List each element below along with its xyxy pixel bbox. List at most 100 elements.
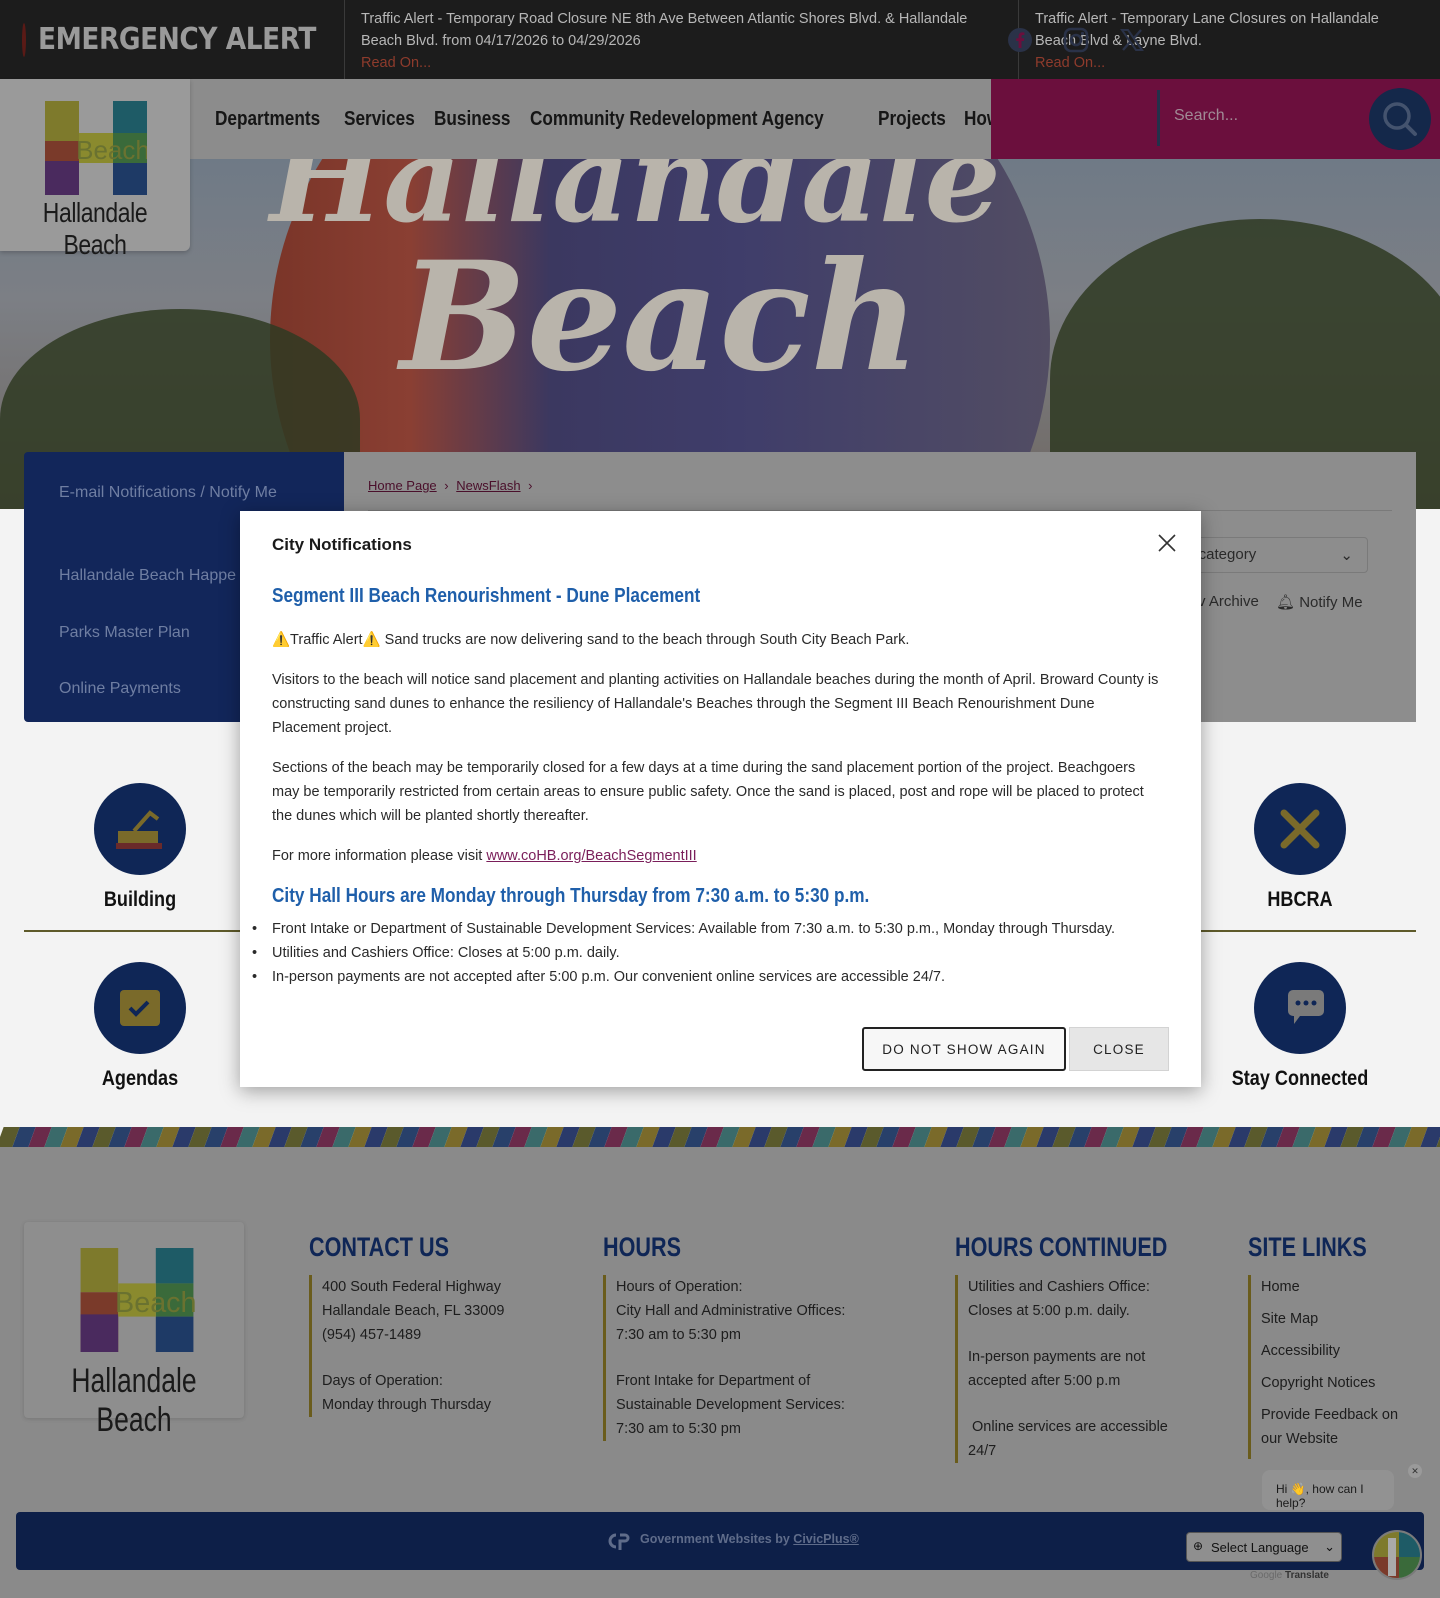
x-twitter-icon[interactable] (1118, 26, 1146, 54)
google-translate-credit: Google Translate (1250, 1570, 1329, 1581)
breadcrumb-home[interactable]: Home Page (368, 478, 437, 493)
footer-hours: Hours of Operation: City Hall and Admini… (603, 1275, 903, 1441)
alert-text: Traffic Alert - Temporary Road Closure N… (361, 11, 968, 49)
hours-line: Closes at 5:00 p.m. daily. (968, 1303, 1130, 1319)
nav-cra[interactable]: Community Redevelopment Agency (530, 108, 824, 131)
phone[interactable]: (954) 457-1489 (322, 1323, 569, 1347)
tools-tile-icon[interactable] (1254, 783, 1346, 875)
logo-h-icon: Beach (80, 1248, 196, 1352)
chat-prompt[interactable]: Hi 👋, how can I help? (1262, 1470, 1394, 1510)
building-tile-icon[interactable] (94, 783, 186, 875)
chat-tile-icon[interactable] (1254, 962, 1346, 1054)
sidebar-item-notifications[interactable]: E-mail Notifications / Notify Me (59, 480, 299, 506)
globe-icon: ⊕ (1193, 1539, 1204, 1553)
beach-segment-link[interactable]: www.coHB.org/BeachSegmentIII (486, 848, 696, 864)
notify-me-label: Notify Me (1299, 594, 1363, 611)
modal-title: City Notifications (272, 535, 412, 554)
nav-business[interactable]: Business (434, 108, 510, 131)
hours-line: City Hall and Administrative Offices: (616, 1303, 846, 1319)
do-not-show-again-button[interactable]: DO NOT SHOW AGAIN (862, 1027, 1066, 1071)
logo-h-icon: Beach (45, 101, 147, 195)
close-button[interactable]: CLOSE (1069, 1027, 1169, 1071)
main-nav: Departments Services Business Community … (215, 79, 1054, 159)
site-link-site-map[interactable]: Site Map (1261, 1307, 1423, 1331)
footer-site-links-heading: SITE LINKS (1248, 1232, 1367, 1262)
site-link-accessibility[interactable]: Accessibility (1261, 1339, 1423, 1363)
days-label: Days of Operation: (322, 1373, 443, 1389)
list-item: In-person payments are not accepted afte… (252, 965, 1162, 989)
hours-line: Online services are accessible (968, 1419, 1168, 1435)
city-notifications-modal: City Notifications Segment III Beach Ren… (240, 511, 1201, 1087)
nav-projects[interactable]: Projects (878, 108, 946, 131)
breadcrumb-separator: › (444, 478, 449, 493)
tile-agendas[interactable]: Agendas (54, 1067, 226, 1091)
search-icon (1383, 102, 1417, 136)
view-archive-link[interactable]: v Archive (1198, 593, 1259, 610)
address-line: Hallandale Beach, FL 33009 (322, 1303, 505, 1319)
list-item: Utilities and Cashiers Office: Closes at… (252, 941, 1162, 965)
search-button[interactable] (1369, 88, 1431, 150)
sidebar-item-parks[interactable]: Parks Master Plan (59, 620, 190, 646)
hours-line: Hours of Operation: (616, 1279, 743, 1295)
breadcrumb-newsflash[interactable]: NewsFlash (456, 478, 520, 493)
svg-text:Beach: Beach (115, 1287, 196, 1319)
hours-line: In-person payments are not (968, 1349, 1146, 1365)
tile-stay-connected[interactable]: Stay Connected (1214, 1067, 1386, 1091)
footer-logo[interactable]: Beach Hallandale Beach (24, 1222, 244, 1439)
footer-contact-heading: CONTACT US (309, 1232, 449, 1262)
close-icon[interactable] (1156, 532, 1178, 554)
hours-line: 7:30 am to 5:30 pm (616, 1421, 741, 1437)
alert-item[interactable]: Traffic Alert - Temporary Road Closure N… (345, 0, 1019, 79)
alert-label: EMERGENCY ALERT (0, 0, 345, 79)
search-input[interactable]: Search... (1174, 107, 1238, 125)
emergency-alert-bar: EMERGENCY ALERT Traffic Alert - Temporar… (0, 0, 1440, 79)
sidebar-item-payments[interactable]: Online Payments (59, 676, 181, 702)
decorative-stripe (0, 1127, 1440, 1147)
breadcrumb-separator: › (528, 478, 533, 493)
site-link-home[interactable]: Home (1261, 1275, 1423, 1299)
svg-text:Beach: Beach (76, 135, 147, 165)
news-heading[interactable]: Segment III Beach Renourishment - Dune P… (272, 585, 700, 608)
read-on-link[interactable]: Read On... (361, 52, 1002, 74)
language-select[interactable]: ⊕ Select Language ⌄ (1186, 1532, 1342, 1562)
news-heading[interactable]: City Hall Hours are Monday through Thurs… (272, 885, 869, 908)
civicplus-logo-icon (608, 1533, 630, 1550)
google-label: Google (1250, 1570, 1283, 1581)
civicplus-link[interactable]: CivicPlus® (793, 1532, 859, 1546)
nav-services[interactable]: Services (344, 108, 415, 131)
nav-departments[interactable]: Departments (215, 108, 320, 131)
footer-logo-name: Hallandale Beach (71, 1362, 197, 1439)
alert-icon (22, 22, 26, 57)
chevron-down-icon: ⌄ (1324, 1539, 1335, 1554)
read-on-link[interactable]: Read On... (1035, 52, 1423, 74)
chat-avatar-icon[interactable] (1372, 1530, 1422, 1580)
alert-title: EMERGENCY ALERT (38, 22, 316, 57)
logo-name: Hallandale Beach (42, 197, 148, 260)
site-link-copyright[interactable]: Copyright Notices (1261, 1371, 1423, 1395)
translate-label: Translate (1285, 1570, 1329, 1581)
news-paragraph: Visitors to the beach will notice sand p… (272, 672, 1159, 736)
more-info-label: For more information please visit (272, 848, 487, 864)
days-value: Monday through Thursday (322, 1397, 492, 1413)
footer-site-links: Home Site Map Accessibility Copyright No… (1248, 1275, 1423, 1459)
footer-contact: 400 South Federal Highway Hallandale Bea… (309, 1275, 569, 1417)
site-logo[interactable]: Beach Hallandale Beach (0, 79, 190, 260)
category-select[interactable]: y category ⌄ (1172, 537, 1368, 573)
footer-hours-heading: HOURS (603, 1232, 682, 1262)
calendar-tile-icon[interactable] (94, 962, 186, 1054)
site-link-feedback[interactable]: Provide Feedback on (1261, 1403, 1423, 1427)
hero-word-beach: Beach (400, 229, 920, 405)
close-icon[interactable]: ✕ (1408, 1464, 1422, 1478)
hours-line: Front Intake for Department of (616, 1373, 811, 1389)
civicplus-credit: Government Websites by CivicPlus® (640, 1532, 859, 1546)
facebook-icon[interactable] (1006, 26, 1034, 54)
sidebar-item-happenings[interactable]: Hallandale Beach Happe (59, 563, 236, 589)
tile-hbcra[interactable]: HBCRA (1214, 888, 1386, 912)
instagram-icon[interactable] (1062, 26, 1090, 54)
tile-building[interactable]: Building (54, 888, 226, 912)
address-line: 400 South Federal Highway (322, 1279, 501, 1295)
news-paragraph: Sections of the beach may be temporarily… (272, 760, 1144, 824)
notify-me-link[interactable]: 🔔︎ Notify Me (1276, 593, 1363, 611)
site-link-feedback-cont[interactable]: our Website (1261, 1427, 1423, 1451)
footer-hours-continued: Utilities and Cashiers Office: Closes at… (955, 1275, 1215, 1463)
